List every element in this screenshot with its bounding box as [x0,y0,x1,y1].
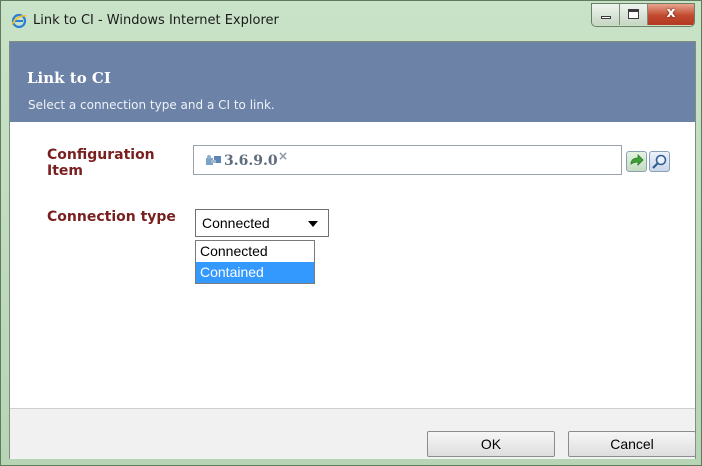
dialog-subtitle: Select a connection type and a CI to lin… [28,98,275,112]
lookup-button[interactable] [649,151,670,172]
ie-icon [11,13,27,29]
go-arrow-button[interactable] [626,151,647,172]
chevron-down-icon [308,221,318,227]
ci-puzzle-icon [206,155,221,165]
remove-ci-icon[interactable]: × [278,149,288,163]
lookup-magnifier-icon [652,154,667,169]
close-icon: x [666,5,676,21]
close-button[interactable]: x [648,4,694,25]
option-connected[interactable]: Connected [196,241,314,262]
configuration-item-field[interactable]: 3.6.9.0 × [193,145,622,175]
caption-buttons: x [591,3,695,27]
browser-window: Link to CI - Windows Internet Explorer x… [0,0,702,466]
cancel-button[interactable]: Cancel [568,431,696,457]
configuration-item-label: Configuration Item [47,147,155,179]
dialog-title: Link to CI [27,69,111,87]
window-title: Link to CI - Windows Internet Explorer [33,13,279,28]
connection-type-selected-value: Connected [202,215,270,231]
dialog-header: Link to CI Select a connection type and … [10,42,695,122]
ok-button[interactable]: OK [427,431,555,457]
configuration-item-value: 3.6.9.0 [224,153,278,169]
title-bar[interactable]: Link to CI - Windows Internet Explorer x [1,1,701,39]
maximize-icon[interactable] [620,4,648,25]
connection-type-options: Connected Contained [195,240,315,284]
dialog-content: Link to CI Select a connection type and … [9,41,696,459]
go-arrow-icon [630,154,644,166]
connection-type-select[interactable]: Connected [195,209,329,237]
option-contained[interactable]: Contained [196,262,314,283]
connection-type-label: Connection type [47,209,176,225]
minimize-icon[interactable] [592,4,620,25]
dialog-footer: OK Cancel [10,408,696,459]
